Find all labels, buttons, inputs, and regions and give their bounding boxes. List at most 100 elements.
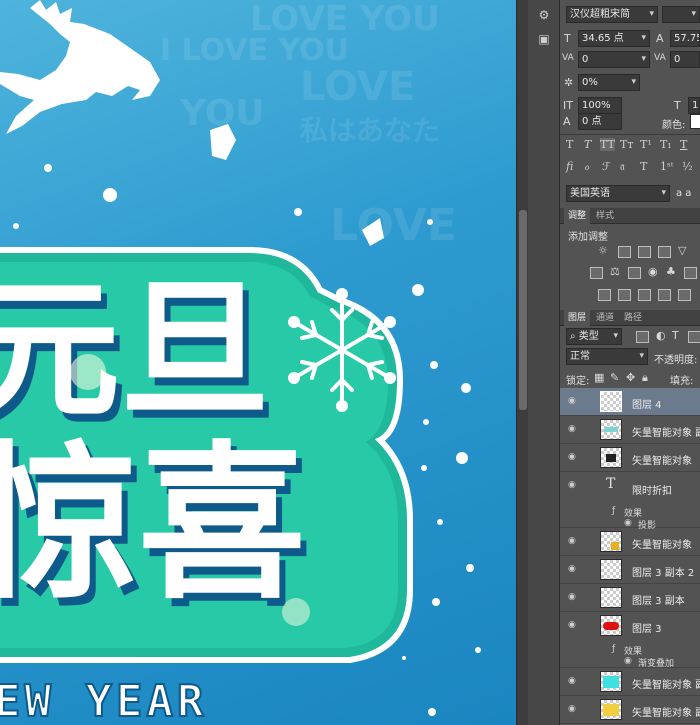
filter-shape-icon[interactable] xyxy=(688,331,700,343)
faux-bold-icon[interactable]: T xyxy=(566,138,573,151)
curves-icon[interactable] xyxy=(638,246,651,258)
lock-position-icon[interactable]: ✥ xyxy=(626,371,635,384)
text-color-swatch[interactable] xyxy=(690,114,700,129)
layer-row[interactable]: ◉ 矢量智能对象 xyxy=(560,444,700,472)
layer-row[interactable]: ◉ 矢量智能对象 副 xyxy=(560,668,700,696)
layer-filter-select[interactable]: ⌕ 类型 xyxy=(566,328,622,345)
all-caps-icon[interactable]: TT xyxy=(600,138,615,151)
eye-icon[interactable]: ◉ xyxy=(568,592,576,602)
canvas-artwork: LOVE YOU I LOVE YOU LOVE YOU 私はあなた LOVE xyxy=(0,0,481,725)
color-lookup-icon[interactable] xyxy=(684,267,697,279)
lock-image-icon[interactable]: ✎ xyxy=(610,371,619,384)
titling-icon[interactable]: T xyxy=(640,160,647,173)
threshold-icon[interactable] xyxy=(638,289,651,301)
language-select[interactable]: 美国英语 xyxy=(566,185,670,202)
superscript-icon[interactable]: T¹ xyxy=(640,138,652,151)
swash-icon[interactable]: ℱ xyxy=(602,160,611,173)
new-year-text: EW YEAR xyxy=(0,676,207,725)
filter-pixel-icon[interactable] xyxy=(636,331,649,343)
channel-mixer-icon[interactable]: ♣ xyxy=(666,265,676,278)
history-icon[interactable]: ⚙ xyxy=(534,6,554,24)
effects-toggle-icon[interactable]: ƒ xyxy=(612,644,615,654)
subscript-icon[interactable]: T₁ xyxy=(660,138,672,151)
vertical-scale-field[interactable]: 100% xyxy=(578,97,622,114)
horizontal-scale-field[interactable]: 10 xyxy=(688,97,700,114)
effect-eye-icon[interactable]: ◉ xyxy=(624,518,632,528)
layer-thumbnail xyxy=(600,559,622,580)
eye-icon[interactable]: ◉ xyxy=(568,424,576,434)
kerning-field[interactable]: 0 xyxy=(578,51,650,68)
tab-paths[interactable]: 路径 xyxy=(620,310,646,326)
posterize-icon[interactable] xyxy=(618,289,631,301)
stylistic-alt-icon[interactable]: 𝔞 xyxy=(620,160,625,174)
baseline-shift-field[interactable]: 0 点 xyxy=(578,113,622,130)
invert-icon[interactable] xyxy=(598,289,611,301)
filter-type-icon[interactable]: T xyxy=(672,329,679,342)
small-caps-icon[interactable]: Tт xyxy=(620,138,633,151)
ordinal-icon[interactable]: 1ˢᵗ xyxy=(660,160,673,173)
tab-channels[interactable]: 通道 xyxy=(592,310,618,326)
exposure-icon[interactable] xyxy=(658,246,671,258)
old-style-icon[interactable]: ℴ xyxy=(584,160,589,173)
layer-row[interactable]: ◉ T 限时折扣 ƒ 效果 ◉ 投影 xyxy=(560,472,700,531)
eye-icon[interactable]: ◉ xyxy=(568,676,576,686)
scrollbar-thumb[interactable] xyxy=(519,210,527,410)
tab-layers[interactable]: 图层 xyxy=(564,310,591,326)
black-white-icon[interactable] xyxy=(628,267,641,279)
selective-color-icon[interactable] xyxy=(678,289,691,301)
blend-row: 正常 不透明度: xyxy=(560,348,700,370)
underline-icon[interactable]: T xyxy=(680,138,687,151)
layer-row[interactable]: ◉ 图层 3 ƒ 效果 ◉ 渐变叠加 xyxy=(560,612,700,669)
layer-row[interactable]: ◉ 矢量智能对象 副 xyxy=(560,416,700,444)
font-family-select[interactable]: 汉仪超粗宋简 xyxy=(566,6,658,23)
layer-row[interactable]: ◉ 图层 4 xyxy=(560,388,700,416)
layer-row[interactable]: ◉ 图层 3 副本 2 xyxy=(560,556,700,584)
levels-icon[interactable] xyxy=(618,246,631,258)
ligature-icon[interactable]: fi xyxy=(566,160,573,173)
layer-row[interactable]: ◉ 矢量智能对象 副 xyxy=(560,696,700,724)
opacity-label: 不透明度: xyxy=(654,355,698,366)
lock-all-icon[interactable]: 🔒︎ xyxy=(642,371,648,385)
brightness-icon[interactable]: ☼ xyxy=(598,244,608,257)
photoshop-window: LOVE YOU I LOVE YOU LOVE YOU 私はあなた LOVE xyxy=(0,0,700,725)
layers-list: ◉ 图层 4 ◉ 矢量智能对象 副 ◉ 矢量智能对象 ◉ T 限时折扣 ƒ 效果… xyxy=(560,388,700,725)
filter-adjustment-icon[interactable]: ◐ xyxy=(656,329,666,342)
vertical-scale-icon: IT xyxy=(563,99,573,112)
eye-icon[interactable]: ◉ xyxy=(568,452,576,462)
color-balance-icon[interactable]: ⚖ xyxy=(610,265,620,278)
text-layer-icon: T xyxy=(606,476,616,492)
eye-icon[interactable]: ◉ xyxy=(568,396,576,406)
font-style-select[interactable] xyxy=(662,6,700,23)
tab-adjustments[interactable]: 调整 xyxy=(564,208,591,224)
eye-icon[interactable]: ◉ xyxy=(568,620,576,630)
hue-saturation-icon[interactable] xyxy=(590,267,603,279)
eye-icon[interactable]: ◉ xyxy=(568,704,576,714)
tsume-field[interactable]: 0% xyxy=(578,74,640,91)
layer-row[interactable]: ◉ 图层 3 副本 xyxy=(560,584,700,612)
fill-label: 填充: xyxy=(670,376,694,387)
lock-transparent-icon[interactable]: ▦ xyxy=(594,371,604,384)
faux-italic-icon[interactable]: T xyxy=(584,138,591,151)
eye-icon[interactable]: ◉ xyxy=(568,480,576,490)
document-canvas[interactable]: LOVE YOU I LOVE YOU LOVE YOU 私はあなた LOVE xyxy=(0,0,516,725)
layer-thumbnail xyxy=(600,671,622,692)
vibrance-icon[interactable]: ▽ xyxy=(678,244,686,257)
effect-eye-icon[interactable]: ◉ xyxy=(624,656,632,666)
layer-filter-label: 类型 xyxy=(578,331,599,342)
tab-styles[interactable]: 样式 xyxy=(592,208,618,224)
fraction-icon[interactable]: ½ xyxy=(682,160,693,173)
eye-icon[interactable]: ◉ xyxy=(568,564,576,574)
properties-icon[interactable]: ▣ xyxy=(534,30,554,48)
leading-field[interactable]: 57.75 xyxy=(670,30,700,47)
layer-row[interactable]: ◉ 矢量智能对象 xyxy=(560,528,700,556)
eye-icon[interactable]: ◉ xyxy=(568,536,576,546)
canvas-vertical-scrollbar[interactable] xyxy=(516,0,528,725)
effects-toggle-icon[interactable]: ƒ xyxy=(612,506,615,516)
baseline-shift-icon: A xyxy=(563,115,571,128)
gradient-map-icon[interactable] xyxy=(658,289,671,301)
tracking-field[interactable]: 0 xyxy=(670,51,700,68)
font-size-field[interactable]: 34.65 点 xyxy=(578,30,650,47)
blend-mode-select[interactable]: 正常 xyxy=(566,348,648,365)
photo-filter-icon[interactable]: ◉ xyxy=(648,265,658,278)
layer-thumbnail xyxy=(600,615,622,636)
